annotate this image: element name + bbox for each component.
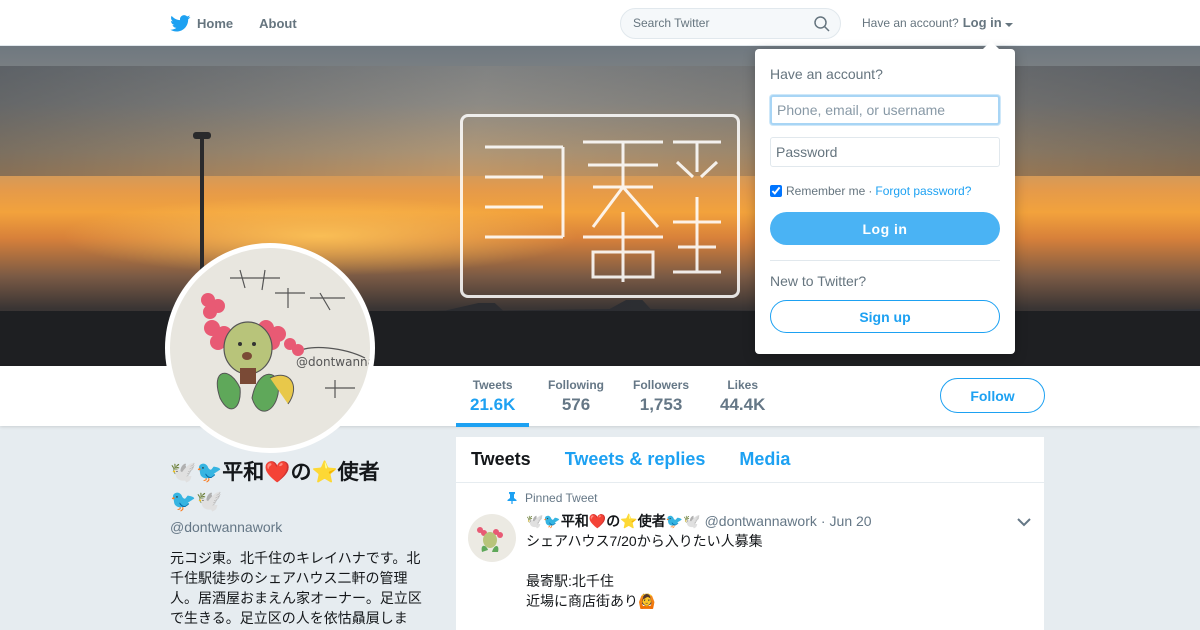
stat-following-label: Following bbox=[548, 378, 604, 392]
stat-likes-label: Likes bbox=[727, 378, 759, 392]
avatar-drawing: @dontwannawork bbox=[201, 269, 370, 412]
active-underline bbox=[456, 423, 530, 427]
twitter-bird-icon bbox=[170, 14, 191, 31]
nav-about[interactable]: About bbox=[259, 16, 297, 31]
remember-checkbox[interactable] bbox=[770, 185, 782, 197]
chevron-down-icon[interactable] bbox=[1017, 514, 1031, 532]
nav-about-label: About bbox=[259, 15, 297, 31]
login-button[interactable]: Log in bbox=[770, 212, 1000, 245]
tweet-author-name[interactable]: 🕊️🐦平和❤️の⭐使者🐦🕊️ bbox=[526, 511, 701, 531]
stat-likes[interactable]: Likes 44.4K bbox=[720, 378, 765, 415]
stat-following-value: 576 bbox=[561, 395, 591, 414]
dropdown-divider bbox=[770, 260, 1000, 261]
tweet-author-handle[interactable]: @dontwannawork bbox=[705, 513, 817, 529]
login-menu-button[interactable]: Log in bbox=[963, 15, 1013, 30]
profile-handle[interactable]: @dontwannawork bbox=[170, 519, 282, 535]
search-icon[interactable] bbox=[814, 16, 830, 37]
avatar-handle-scribble: @dontwannawork bbox=[296, 355, 370, 369]
pinned-label: Pinned Tweet bbox=[525, 491, 598, 505]
stat-following[interactable]: Following 576 bbox=[548, 378, 604, 415]
follow-button[interactable]: Follow bbox=[940, 378, 1045, 413]
banner-logo-glyphs bbox=[485, 140, 721, 282]
tweet-text: シェアハウス7/20から入りたい人募集 最寄駅:北千住 近場に商店街あり🙆 bbox=[526, 533, 763, 609]
tab-tweets[interactable]: Tweets bbox=[471, 449, 531, 470]
top-nav: Home About Have an account? Log in bbox=[0, 0, 1200, 46]
signup-button[interactable]: Sign up bbox=[770, 300, 1000, 333]
dropdown-arrow bbox=[983, 41, 999, 49]
tab-tweets-replies[interactable]: Tweets & replies bbox=[565, 449, 706, 470]
timeline-tabs: Tweets Tweets & replies Media bbox=[456, 437, 1044, 483]
account-area: Have an account? Log in bbox=[862, 15, 1013, 30]
new-to-twitter-text: New to Twitter? bbox=[770, 273, 867, 289]
stat-likes-value: 44.4K bbox=[720, 395, 766, 414]
nav-home-label: Home bbox=[197, 15, 234, 31]
stat-tweets[interactable]: Tweets 21.6K bbox=[456, 378, 530, 427]
caret-down-icon bbox=[1004, 23, 1013, 27]
stat-followers-label: Followers bbox=[633, 378, 690, 392]
tweet-avatar-drawing bbox=[477, 527, 503, 552]
search-box bbox=[620, 8, 841, 39]
remember-separator: · bbox=[868, 184, 873, 198]
profile-bio: 元コジ東。北千住のキレイハナです。北千住駅徒歩のシェアハウス二軒の管理人。居酒屋… bbox=[170, 550, 422, 626]
timeline: Tweets Tweets & replies Media Pinned Twe… bbox=[456, 437, 1044, 630]
stat-followers-value: 1,753 bbox=[639, 395, 683, 414]
tweet-header: 🕊️🐦平和❤️の⭐使者🐦🕊️ @dontwannawork · Jun 20 bbox=[526, 511, 872, 531]
avatar-illustration: @dontwannawork bbox=[170, 248, 370, 448]
have-account-text: Have an account? bbox=[862, 15, 959, 30]
tweet-separator: · bbox=[820, 513, 826, 529]
banner-logo-mark bbox=[460, 114, 740, 298]
stat-tweets-value: 21.6K bbox=[470, 395, 516, 414]
stat-followers[interactable]: Followers 1,753 bbox=[633, 378, 689, 415]
login-dropdown: Have an account? Remember me · Forgot pa… bbox=[755, 41, 1015, 354]
remember-label[interactable]: Remember me bbox=[786, 184, 865, 198]
tweet-date[interactable]: Jun 20 bbox=[830, 513, 872, 529]
stat-tweets-label: Tweets bbox=[472, 378, 513, 392]
pinned-indicator: Pinned Tweet bbox=[507, 491, 598, 505]
nav-left: Home About bbox=[170, 0, 323, 46]
nav-home[interactable]: Home bbox=[170, 14, 234, 32]
login-menu-label: Log in bbox=[962, 15, 1002, 30]
forgot-password-link[interactable]: Forgot password? bbox=[875, 184, 971, 198]
username-field[interactable] bbox=[770, 95, 1000, 125]
pinned-tweet[interactable]: Pinned Tweet 🕊️🐦平和❤️の⭐使者🐦🕊️ @dontwannawo… bbox=[456, 483, 1044, 630]
tab-media[interactable]: Media bbox=[739, 449, 790, 470]
profile-avatar[interactable]: @dontwannawork bbox=[165, 243, 375, 453]
profile-display-name[interactable]: 🕊️🐦平和❤️の⭐使者🐦🕊️ bbox=[170, 458, 400, 516]
search-input[interactable] bbox=[633, 16, 808, 30]
tweet-avatar[interactable] bbox=[468, 514, 516, 562]
pin-icon bbox=[507, 492, 517, 504]
remember-row: Remember me · Forgot password? bbox=[770, 184, 971, 198]
password-field[interactable] bbox=[770, 137, 1000, 167]
dropdown-title: Have an account? bbox=[770, 66, 883, 82]
